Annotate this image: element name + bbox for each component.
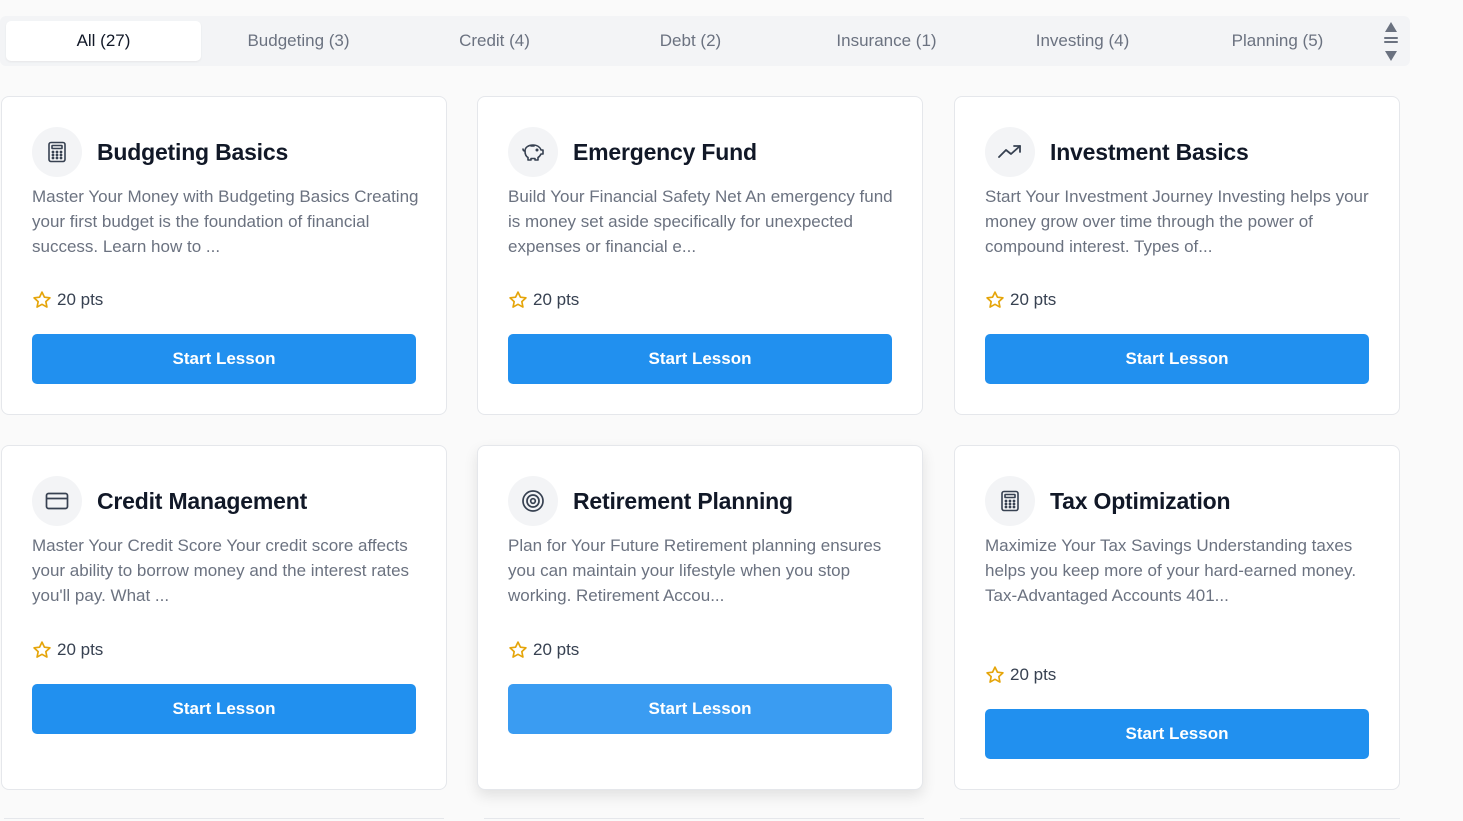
lesson-title: Credit Management [97, 487, 308, 514]
lesson-description: Start Your Investment Journey Investing … [985, 187, 1369, 256]
lesson-description: Plan for Your Future Retirement planning… [508, 536, 882, 605]
points-label: 20 pts [57, 290, 104, 309]
lesson-card: Budgeting Basics Master Your Money with … [1, 96, 447, 415]
credit-card-icon [32, 476, 82, 526]
card-header: Tax Optimization [985, 475, 1231, 527]
lesson-points: 20 pts [508, 290, 579, 310]
card-header: Investment Basics [985, 126, 1249, 178]
star-icon [33, 641, 51, 658]
card-header: Budgeting Basics [32, 126, 288, 178]
start-lesson-button[interactable]: Start Lesson [32, 684, 416, 734]
lesson-description: Master Your Credit Score Your credit sco… [32, 536, 410, 605]
lesson-title: Tax Optimization [1050, 487, 1231, 514]
piggy-bank-icon [508, 127, 558, 177]
points-label: 20 pts [57, 640, 104, 659]
lesson-title: Budgeting Basics [97, 138, 289, 165]
star-icon [986, 666, 1004, 683]
category-tabs: All (27) Budgeting (3) Credit (4) Debt (… [0, 16, 1410, 66]
lesson-description: Maximize Your Tax Savings Understanding … [985, 536, 1357, 605]
lesson-title: Retirement Planning [573, 487, 793, 514]
tab-debt[interactable]: Debt (2) [593, 21, 788, 61]
star-icon [33, 291, 51, 308]
points-label: 20 pts [533, 640, 580, 659]
start-lesson-button[interactable]: Start Lesson [985, 334, 1369, 384]
lesson-card: Emergency Fund Build Your Financial Safe… [477, 96, 923, 415]
drag-handle-icon [1384, 37, 1398, 45]
tab-insurance[interactable]: Insurance (1) [789, 21, 984, 61]
trending-up-icon [985, 127, 1035, 177]
lesson-points: 20 pts [508, 640, 579, 660]
lesson-title: Investment Basics [1050, 138, 1249, 165]
lesson-card: Investment Basics Start Your Investment … [954, 96, 1400, 415]
target-icon [508, 476, 558, 526]
points-label: 20 pts [1010, 665, 1057, 684]
lesson-title: Emergency Fund [573, 138, 757, 165]
lesson-points: 20 pts [32, 640, 103, 660]
lesson-description: Master Your Money with Budgeting Basics … [32, 187, 419, 256]
calculator-icon [32, 127, 82, 177]
tabs-scroll-control[interactable] [1382, 20, 1400, 64]
start-lesson-button[interactable]: Start Lesson [508, 334, 892, 384]
lesson-points: 20 pts [985, 665, 1056, 685]
lesson-card: Tax Optimization Maximize Your Tax Savin… [954, 445, 1400, 790]
lesson-card: Credit Management Master Your Credit Sco… [1, 445, 447, 790]
tab-investing[interactable]: Investing (4) [985, 21, 1180, 61]
start-lesson-button[interactable]: Start Lesson [985, 709, 1369, 759]
start-lesson-button[interactable]: Start Lesson [32, 334, 416, 384]
lesson-description: Build Your Financial Safety Net An emerg… [508, 187, 893, 256]
lesson-points: 20 pts [985, 290, 1056, 310]
tab-budgeting[interactable]: Budgeting (3) [201, 21, 396, 61]
lesson-card: Retirement Planning Plan for Your Future… [477, 445, 923, 790]
star-icon [986, 291, 1004, 308]
lesson-points: 20 pts [32, 290, 103, 310]
star-icon [509, 641, 527, 658]
scroll-up-icon[interactable] [1385, 22, 1397, 32]
lessons-page: All (27) Budgeting (3) Credit (4) Debt (… [0, 0, 1463, 821]
card-header: Retirement Planning [508, 475, 793, 527]
star-icon [509, 291, 527, 308]
points-label: 20 pts [1010, 290, 1057, 309]
card-header: Emergency Fund [508, 126, 757, 178]
start-lesson-button[interactable]: Start Lesson [508, 684, 892, 734]
tab-credit[interactable]: Credit (4) [397, 21, 592, 61]
calculator-icon [985, 476, 1035, 526]
scroll-down-icon[interactable] [1385, 51, 1397, 61]
card-header: Credit Management [32, 475, 307, 527]
tab-planning[interactable]: Planning (5) [1180, 21, 1375, 61]
tab-all[interactable]: All (27) [6, 21, 201, 61]
points-label: 20 pts [533, 290, 580, 309]
